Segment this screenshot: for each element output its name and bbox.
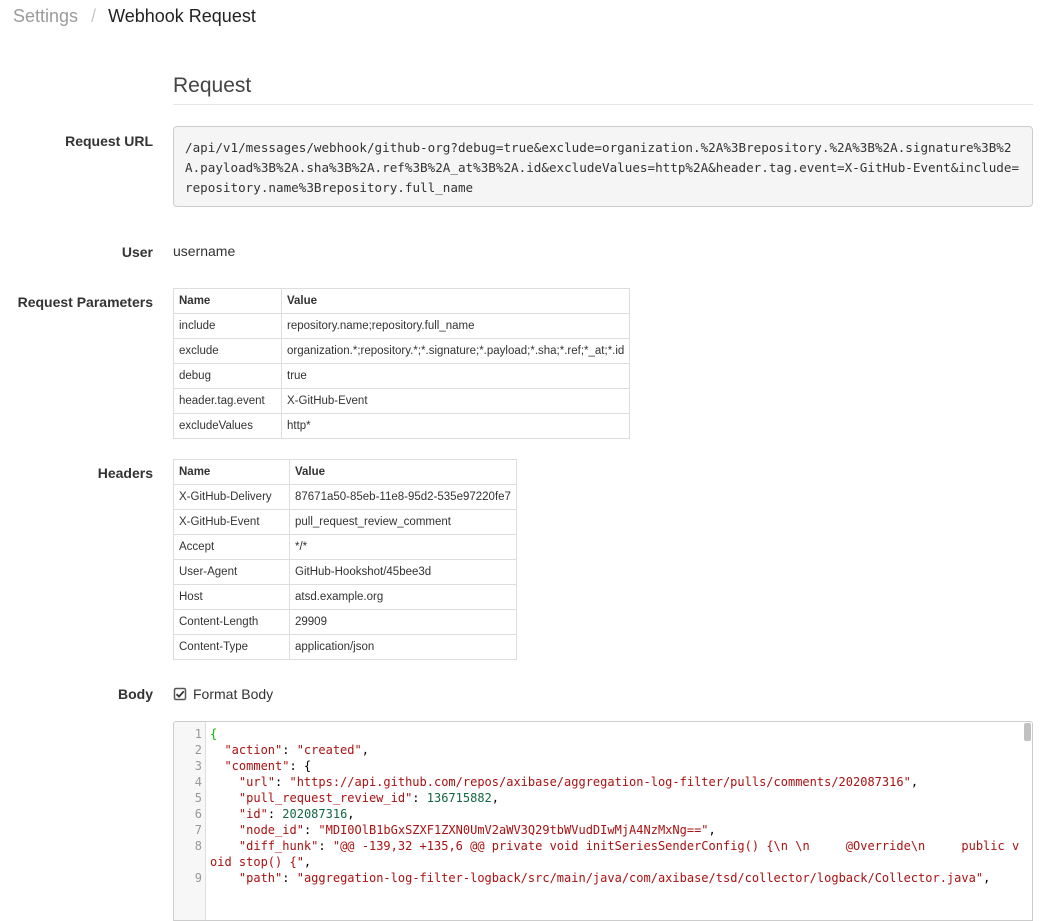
- column-header-value: Value: [289, 459, 517, 485]
- table-row: exclude organization.*;repository.*;*.sig…: [173, 338, 631, 364]
- column-header-value: Value: [280, 288, 631, 314]
- header-value: pull_request_review_comment: [289, 509, 517, 535]
- header-name: X-GitHub-Delivery: [173, 484, 290, 510]
- table-row: excludeValues http*: [173, 413, 631, 439]
- code-text: "action": "created",: [224, 743, 369, 757]
- header-value: 29909: [289, 609, 517, 635]
- param-value: repository.name;repository.full_name: [280, 313, 631, 339]
- request-parameters-table: Name Value include repository.name;reposi…: [173, 288, 631, 439]
- code-line: 8 "diff_hunk": "@@ -139,32 +135,6 @@ pri…: [195, 838, 1022, 870]
- table-row: Content-Type application/json: [173, 634, 517, 660]
- header-value: application/json: [289, 634, 517, 660]
- header-name: User-Agent: [173, 559, 290, 585]
- line-number: 9: [194, 871, 202, 885]
- code-text: "diff_hunk": "@@ -139,32 +135,6 @@ priva…: [210, 839, 1020, 869]
- code-text: "id": 202087316,: [238, 807, 355, 821]
- body-code[interactable]: 1{2 "action": "created", 3 "comment": {4 …: [195, 726, 1022, 886]
- param-value: http*: [280, 413, 631, 439]
- table-row: include repository.name;repository.full_n…: [173, 313, 631, 339]
- header-name: Accept: [173, 534, 290, 560]
- header-value: GitHub-Hookshot/45bee3d: [289, 559, 517, 585]
- table-row: Accept */*: [173, 534, 517, 560]
- header-value: 87671a50-85eb-11e8-95d2-535e97220fe7: [289, 484, 517, 510]
- code-line: 4 "url": "https://api.github.com/repos/a…: [195, 774, 1022, 790]
- line-number: 2: [194, 743, 202, 757]
- line-number: 8: [194, 839, 202, 853]
- header-name: Content-Length: [173, 609, 290, 635]
- code-text: "pull_request_review_id": 136715882,: [238, 791, 500, 805]
- code-text: {: [210, 727, 218, 741]
- code-line: 5 "pull_request_review_id": 136715882,: [195, 790, 1022, 806]
- code-text: "path": "aggregation-log-filter-logback/…: [238, 871, 991, 885]
- user-value: username: [173, 243, 236, 259]
- editor-scrollbar[interactable]: [1024, 723, 1031, 741]
- line-number: 4: [194, 775, 202, 789]
- line-number: 3: [194, 759, 202, 773]
- column-header-name: Name: [173, 459, 290, 485]
- table-row: debug true: [173, 363, 631, 389]
- table-row: X-GitHub-Event pull_request_review_commen…: [173, 509, 517, 535]
- param-value: true: [280, 363, 631, 389]
- request-url-label: Request URL: [65, 133, 153, 149]
- header-name: Content-Type: [173, 634, 290, 660]
- param-value: X-GitHub-Event: [280, 388, 631, 414]
- column-header-name: Name: [173, 288, 282, 314]
- breadcrumb-current: Webhook Request: [108, 6, 256, 26]
- code-line: 2 "action": "created",: [195, 742, 1022, 758]
- breadcrumb: Settings / Webhook Request: [13, 6, 256, 27]
- breadcrumb-settings-link[interactable]: Settings: [13, 6, 78, 27]
- param-name: excludeValues: [173, 413, 282, 439]
- checkbox-checked-icon[interactable]: [173, 687, 187, 701]
- table-row: header.tag.event X-GitHub-Event: [173, 388, 631, 414]
- line-number: 7: [194, 823, 202, 837]
- code-text: "url": "https://api.github.com/repos/axi…: [238, 775, 919, 789]
- table-header-row: Name Value: [173, 459, 517, 485]
- headers-table: Name Value X-GitHub-Delivery 87671a50-85e…: [173, 459, 517, 660]
- table-header-row: Name Value: [173, 288, 631, 314]
- headers-label: Headers: [97, 465, 153, 481]
- section-title: Request: [173, 74, 1033, 105]
- table-row: Host atsd.example.org: [173, 584, 517, 610]
- param-value: organization.*;repository.*;*.signature;…: [280, 338, 631, 364]
- param-name: exclude: [173, 338, 282, 364]
- table-row: X-GitHub-Delivery 87671a50-85eb-11e8-95d2…: [173, 484, 517, 510]
- line-number: 6: [194, 807, 202, 821]
- param-name: include: [173, 313, 282, 339]
- header-value: atsd.example.org: [289, 584, 517, 610]
- line-number: 5: [194, 791, 202, 805]
- breadcrumb-separator: /: [91, 6, 97, 26]
- code-line: 1{: [195, 726, 1022, 742]
- param-name: header.tag.event: [173, 388, 282, 414]
- param-name: debug: [173, 363, 282, 389]
- header-name: X-GitHub-Event: [173, 509, 290, 535]
- body-editor[interactable]: 1{2 "action": "created", 3 "comment": {4 …: [173, 721, 1033, 921]
- format-body-label: Format Body: [193, 686, 274, 702]
- code-line: 3 "comment": {: [195, 758, 1022, 774]
- header-value: */*: [289, 534, 517, 560]
- header-name: Host: [173, 584, 290, 610]
- code-line: 7 "node_id": "MDI0OlB1bGxSZXF1ZXN0UmV2aW…: [195, 822, 1022, 838]
- request-url-value: /api/v1/messages/webhook/github-org?debu…: [173, 126, 1033, 207]
- format-body-toggle[interactable]: Format Body: [173, 686, 273, 702]
- user-label: User: [121, 244, 153, 260]
- line-number: 1: [194, 727, 202, 741]
- request-parameters-label: Request Parameters: [17, 294, 153, 310]
- code-line: 9 "path": "aggregation-log-filter-logbac…: [195, 870, 1022, 886]
- table-row: User-Agent GitHub-Hookshot/45bee3d: [173, 559, 517, 585]
- table-row: Content-Length 29909: [173, 609, 517, 635]
- code-text: "comment": {: [224, 759, 312, 773]
- code-text: "node_id": "MDI0OlB1bGxSZXF1ZXN0UmV2aWV3…: [238, 823, 716, 837]
- body-label: Body: [118, 686, 153, 702]
- code-line: 6 "id": 202087316,: [195, 806, 1022, 822]
